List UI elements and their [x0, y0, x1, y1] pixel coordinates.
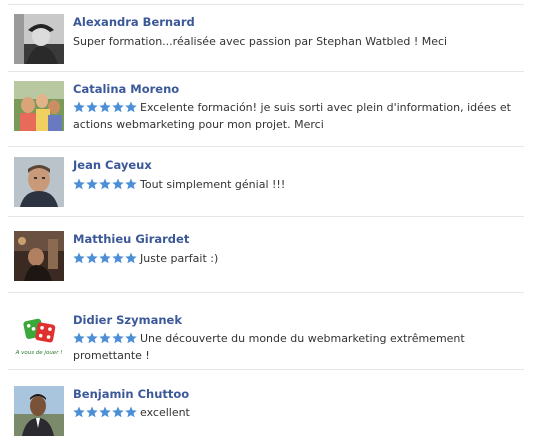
rating-stars: [73, 178, 137, 190]
avatar[interactable]: [14, 81, 64, 131]
reviewer-name[interactable]: Benjamin Chuttoo: [73, 387, 189, 401]
avatar[interactable]: [14, 386, 64, 436]
review-text-content: Excelente formación! je suis sorti avec …: [73, 101, 511, 131]
rating-stars: [73, 406, 137, 418]
reviewer-name[interactable]: Catalina Moreno: [73, 82, 179, 96]
divider: [8, 146, 524, 147]
reviewer-name[interactable]: Jean Cayeux: [73, 158, 152, 172]
review-text-content: excellent: [140, 406, 190, 419]
rating-stars: [73, 332, 137, 344]
review-text-content: Tout simplement génial !!!: [140, 178, 286, 191]
reviewer-name[interactable]: Didier Szymanek: [73, 313, 182, 327]
review-text: Une découverte du monde du webmarketing …: [73, 330, 513, 364]
avatar-caption: A vous de jouer !: [15, 350, 63, 356]
divider: [8, 292, 524, 293]
divider: [8, 369, 524, 370]
review-text: Super formation...réalisée avec passion …: [73, 33, 513, 50]
reviewer-name[interactable]: Matthieu Girardet: [73, 232, 189, 246]
review-text: Juste parfait :): [73, 250, 513, 267]
avatar[interactable]: [14, 14, 64, 64]
review-text: excellent: [73, 404, 513, 421]
avatar[interactable]: [14, 157, 64, 207]
review-text-content: Juste parfait :): [140, 252, 219, 265]
reviewer-name[interactable]: Alexandra Bernard: [73, 15, 195, 29]
divider: [8, 216, 524, 217]
review-text-content: Super formation...réalisée avec passion …: [73, 35, 448, 48]
avatar[interactable]: A vous de jouer !: [14, 312, 64, 362]
divider: [8, 71, 524, 72]
divider: [8, 4, 524, 5]
review-text: Excelente formación! je suis sorti avec …: [73, 99, 513, 133]
rating-stars: [73, 252, 137, 264]
review-text: Tout simplement génial !!!: [73, 176, 513, 193]
avatar[interactable]: [14, 231, 64, 281]
rating-stars: [73, 101, 137, 113]
